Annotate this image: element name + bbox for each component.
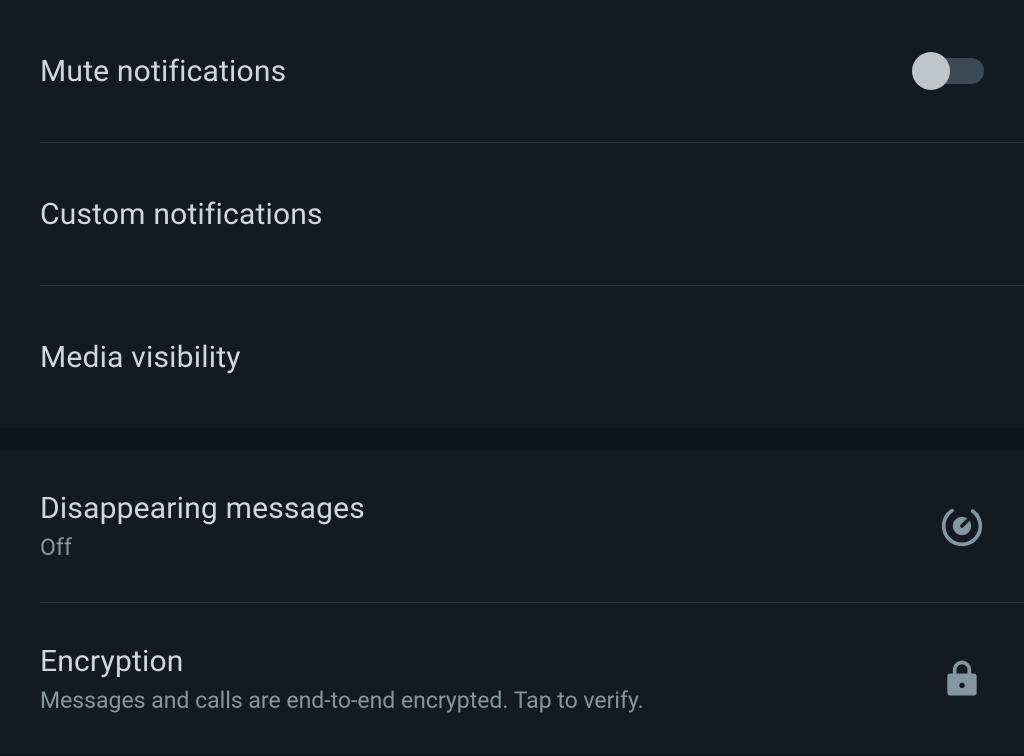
row-text: Media visibility	[40, 340, 241, 375]
section-gap	[0, 428, 1024, 450]
settings-group-notifications: Mute notifications Custom notifications …	[0, 0, 1024, 428]
label-mute-notifications: Mute notifications	[40, 54, 286, 89]
row-text: Custom notifications	[40, 197, 323, 232]
label-media-visibility: Media visibility	[40, 340, 241, 375]
timer-icon	[940, 504, 984, 548]
mute-notifications-switch[interactable]	[912, 52, 984, 90]
row-encryption[interactable]: Encryption Messages and calls are end-to…	[0, 603, 1024, 755]
row-text: Mute notifications	[40, 54, 286, 89]
lock-icon	[940, 657, 984, 701]
label-encryption: Encryption	[40, 644, 644, 679]
row-custom-notifications[interactable]: Custom notifications	[0, 143, 1024, 285]
label-custom-notifications: Custom notifications	[40, 197, 323, 232]
label-disappearing-messages: Disappearing messages	[40, 491, 365, 526]
switch-thumb	[912, 52, 950, 90]
settings-group-privacy: Disappearing messages Off Encryption Mes…	[0, 450, 1024, 755]
row-media-visibility[interactable]: Media visibility	[0, 286, 1024, 428]
row-text: Encryption Messages and calls are end-to…	[40, 644, 644, 714]
value-encryption: Messages and calls are end-to-end encryp…	[40, 687, 644, 714]
row-disappearing-messages[interactable]: Disappearing messages Off	[0, 450, 1024, 602]
row-text: Disappearing messages Off	[40, 491, 365, 561]
row-mute-notifications[interactable]: Mute notifications	[0, 0, 1024, 142]
value-disappearing-messages: Off	[40, 534, 365, 561]
